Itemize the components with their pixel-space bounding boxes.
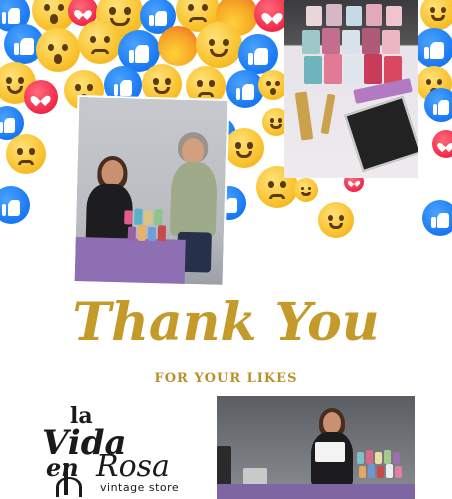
- sad-emoji-icon: [78, 20, 122, 64]
- like-icon: [422, 200, 452, 236]
- like-icon: [424, 88, 452, 122]
- la-vida-en-rosa-logo: la Vida en Rosa vintage store: [40, 403, 190, 497]
- brush: [320, 93, 336, 135]
- photo-two-women: [72, 95, 230, 287]
- like-icon: [0, 186, 30, 224]
- logo-tagline: vintage store: [100, 481, 180, 494]
- smile-emoji-icon: [294, 178, 318, 202]
- likes-subtitle: FOR YOUR LIKES: [154, 371, 298, 386]
- sad-emoji-icon: [6, 134, 46, 174]
- thank-you-heading: Thank You: [72, 292, 380, 353]
- smile-emoji-icon: [318, 202, 354, 238]
- logo-rosa: Rosa: [96, 449, 170, 484]
- woman-right: [169, 161, 218, 237]
- heart-icon: [432, 130, 452, 158]
- smile-emoji-icon: [224, 128, 264, 168]
- wow-emoji-icon: [36, 28, 80, 72]
- angry-emoji-icon: [158, 26, 198, 66]
- book: [344, 95, 418, 173]
- photo-vendor-table: [217, 396, 415, 499]
- photo-paint-products: [284, 0, 418, 178]
- like-icon: [238, 34, 278, 74]
- brush: [294, 91, 314, 141]
- heart-icon: [24, 80, 58, 114]
- smile-emoji-icon: [196, 22, 242, 68]
- smile-emoji-icon: [420, 0, 452, 30]
- eiffel-tower-icon: [56, 463, 82, 497]
- paper-sign: [315, 442, 345, 462]
- table: [217, 484, 415, 499]
- head: [323, 412, 341, 434]
- table: [74, 237, 186, 287]
- like-icon: [414, 28, 452, 68]
